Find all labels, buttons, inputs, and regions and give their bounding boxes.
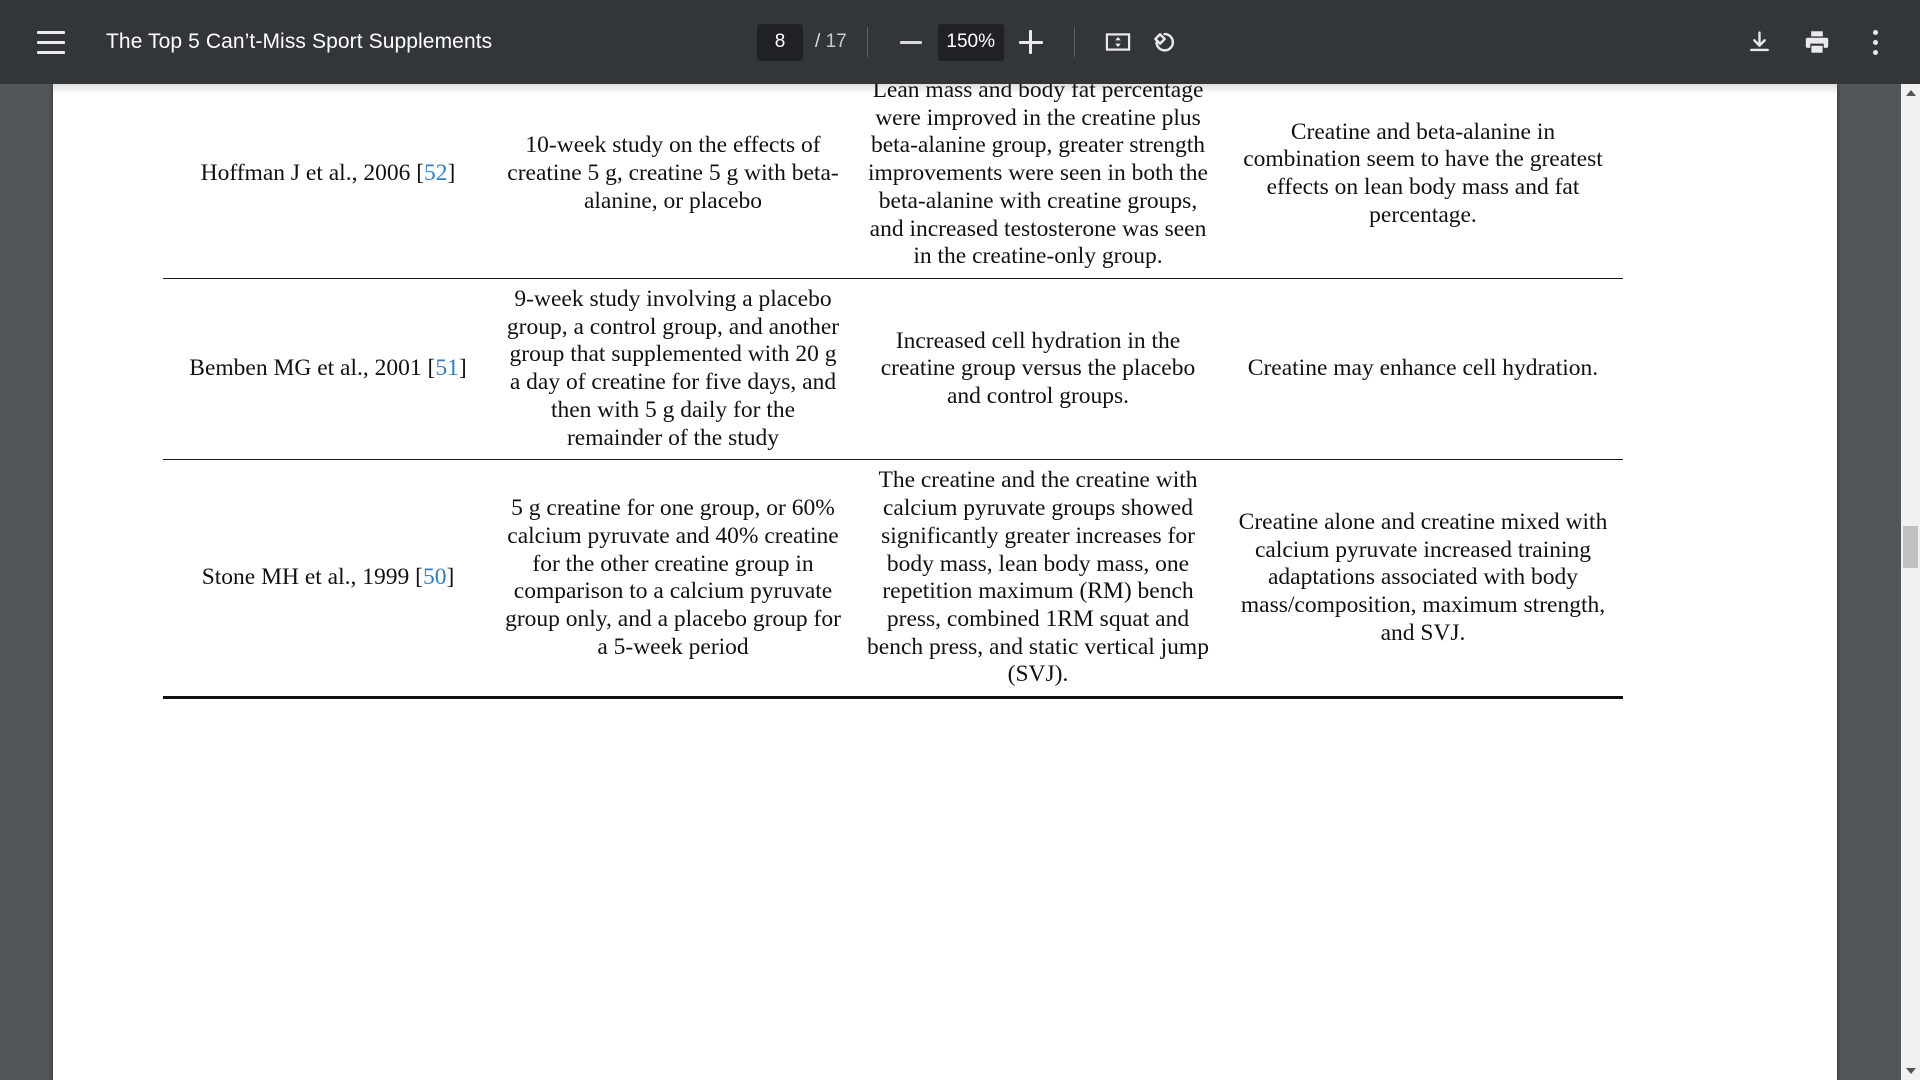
pdf-page-content: Hoffman J et al., 2006 [52] 10-week stud…	[53, 84, 1837, 1080]
page-count-total: 17	[825, 31, 847, 52]
zoom-in-button[interactable]	[1008, 19, 1054, 65]
zoom-level-value[interactable]: 150%	[937, 23, 1004, 61]
table-row: Hoffman J et al., 2006 [52] 10-week stud…	[163, 84, 1623, 279]
plus-icon	[1018, 30, 1043, 54]
toolbar-left-group: The Top 5 Can’t-Miss Sport Supplements	[0, 17, 492, 67]
kebab-dot-1	[1872, 29, 1878, 35]
download-button[interactable]	[1736, 19, 1782, 65]
cell-study: Stone MH et al., 1999 [50]	[163, 459, 493, 700]
menu-bar-1	[37, 30, 65, 34]
table-row: Bemben MG et al., 2001 [51] 9-week study…	[163, 278, 1623, 460]
study-citation-text: Stone MH et al., 1999 [	[201, 564, 423, 591]
page-count-separator: /	[815, 31, 821, 52]
scroll-down-button[interactable]	[1901, 1062, 1920, 1080]
pdf-page: Hoffman J et al., 2006 [52] 10-week stud…	[53, 84, 1837, 1080]
reference-link[interactable]: 50	[423, 564, 447, 590]
kebab-dot-2	[1872, 39, 1878, 45]
table-row: Stone MH et al., 1999 [50] 5 g creatine …	[163, 459, 1623, 700]
study-summary-table: Hoffman J et al., 2006 [52] 10-week stud…	[163, 84, 1623, 700]
more-options-kebab-icon	[1872, 29, 1878, 55]
fit-to-page-icon	[1105, 33, 1130, 51]
vertical-scrollbar[interactable]	[1901, 84, 1920, 1080]
cell-design: 9-week study involving a placebo group, …	[493, 278, 853, 460]
pdf-viewer-toolbar: The Top 5 Can’t-Miss Sport Supplements /…	[0, 0, 1920, 84]
document-title: The Top 5 Can’t-Miss Sport Supplements	[106, 30, 493, 53]
scrollbar-thumb[interactable]	[1903, 526, 1918, 568]
study-citation-suffix: ]	[458, 355, 467, 382]
reference-link[interactable]: 52	[424, 160, 448, 186]
toolbar-center-group: / 17 150%	[757, 0, 1187, 84]
minus-icon	[899, 40, 922, 44]
toolbar-divider-1	[866, 27, 868, 57]
kebab-dot-3	[1872, 49, 1878, 55]
study-citation-text: Hoffman J et al., 2006 [	[200, 160, 425, 187]
more-options-button[interactable]	[1852, 19, 1898, 65]
menu-bar-2	[37, 40, 65, 44]
hamburger-menu-icon[interactable]	[26, 17, 76, 67]
cell-study: Hoffman J et al., 2006 [52]	[163, 84, 493, 279]
study-citation-suffix: ]	[446, 564, 455, 591]
cell-results: The creatine and the creatine with calci…	[853, 459, 1223, 700]
reference-link[interactable]: 51	[435, 355, 459, 381]
page-count-label: / 17	[815, 31, 847, 53]
cell-results: Lean mass and body fat percentage were i…	[867, 84, 1208, 270]
cell-results: Increased cell hydration in the creatine…	[853, 278, 1223, 460]
cell-conclusion: Creatine alone and creatine mixed with c…	[1223, 459, 1623, 700]
study-citation-suffix: ]	[447, 160, 456, 187]
cell-conclusion: Creatine may enhance cell hydration.	[1223, 278, 1623, 460]
toolbar-divider-2	[1073, 27, 1075, 57]
scroll-up-button[interactable]	[1901, 84, 1920, 102]
cell-conclusion: Creatine and beta-alanine in combination…	[1243, 118, 1603, 228]
pdf-viewer-canvas[interactable]: Hoffman J et al., 2006 [52] 10-week stud…	[0, 84, 1920, 1080]
cell-design: 5 g creatine for one group, or 60% calci…	[493, 459, 853, 700]
scroll-down-arrow-icon	[1905, 1068, 1916, 1074]
page-number-input[interactable]	[757, 23, 803, 61]
rotate-counterclockwise-button[interactable]	[1141, 19, 1187, 65]
cell-design: 10-week study on the effects of creatine…	[507, 132, 839, 214]
scroll-up-arrow-icon	[1905, 90, 1916, 96]
print-button[interactable]	[1794, 19, 1840, 65]
menu-bar-3	[37, 50, 65, 54]
rotate-counterclockwise-icon	[1153, 32, 1174, 52]
toolbar-right-group	[1736, 0, 1898, 84]
study-citation-text: Bemben MG et al., 2001 [	[189, 355, 436, 382]
print-icon	[1805, 31, 1829, 53]
download-icon	[1749, 30, 1769, 51]
cell-study: Bemben MG et al., 2001 [51]	[163, 278, 493, 460]
zoom-out-button[interactable]	[888, 19, 934, 65]
fit-to-page-button[interactable]	[1095, 19, 1141, 65]
